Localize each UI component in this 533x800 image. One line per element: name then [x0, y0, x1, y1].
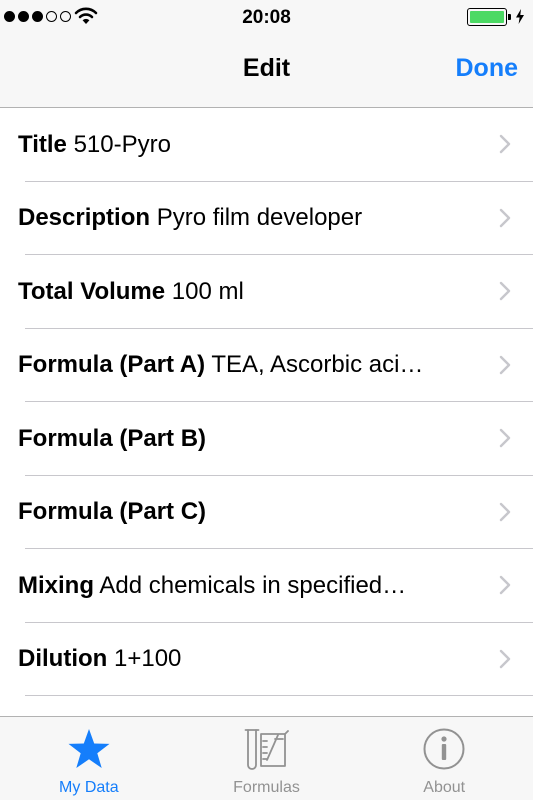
edit-list: Title 510-Pyro Description Pyro film deve…: [0, 108, 533, 716]
formulas-icon: [244, 729, 289, 770]
list-row[interactable]: Total Volume 100 ml: [0, 255, 533, 329]
row-text: Dilution 1+100: [18, 645, 483, 673]
list-row[interactable]: Formula (Part A) TEA, Ascorbic aci…: [0, 329, 533, 403]
list-row[interactable]: Formula (Part B): [0, 402, 533, 476]
row-value: 510-Pyro: [73, 130, 171, 158]
row-text: Description Pyro film developer: [18, 204, 483, 232]
row-text: Formula (Part B): [18, 425, 483, 453]
row-value: TEA, Ascorbic aci…: [211, 351, 424, 379]
tab-formulas[interactable]: Formulas: [178, 717, 356, 800]
done-button[interactable]: Done: [456, 54, 519, 83]
info-icon: [423, 728, 465, 770]
chevron-right-icon: [499, 208, 511, 227]
row-label: Formula (Part A): [18, 351, 206, 379]
chevron-right-icon: [499, 428, 511, 448]
chevron-right-icon: [499, 502, 511, 521]
list-row[interactable]: Dilution 1+100: [0, 623, 533, 697]
list-row[interactable]: Formula (Part C): [0, 476, 533, 550]
row-value: Pyro film developer: [156, 204, 363, 232]
row-label: Title: [18, 130, 67, 158]
row-text: Mixing Add chemicals in specified…: [18, 572, 483, 600]
chevron-right-icon: [499, 134, 511, 154]
status-time: 20:08: [242, 7, 291, 28]
charging-bolt-icon: [516, 9, 524, 24]
row-text: Formula (Part C): [18, 498, 483, 526]
battery-icon: [467, 8, 511, 26]
row-text: Total Volume 100 ml: [18, 278, 483, 306]
row-value: Add chemicals in specified…: [99, 571, 407, 599]
row-label: Formula (Part C): [18, 498, 207, 526]
row-label: Formula (Part B): [18, 424, 207, 452]
row-text: Formula (Part A) TEA, Ascorbic aci…: [18, 351, 483, 379]
row-label: Mixing: [18, 571, 94, 599]
list-row[interactable]: Mixing Add chemicals in specified…: [0, 549, 533, 623]
row-label: Total Volume: [18, 277, 166, 305]
star-icon: [68, 729, 110, 768]
chevron-right-icon: [499, 575, 511, 595]
tab-label: My Data: [59, 779, 119, 796]
list-row[interactable]: Title 510-Pyro: [0, 108, 533, 182]
tab-my-data[interactable]: My Data: [0, 717, 178, 800]
list-row[interactable]: Description Pyro film developer: [0, 182, 533, 256]
row-label: Description: [18, 204, 151, 232]
row-value: 1+100: [113, 645, 182, 673]
page-title: Edit: [242, 54, 291, 82]
tab-about[interactable]: About: [355, 717, 533, 800]
row-label: Dilution: [18, 645, 108, 673]
row-text: Title 510-Pyro: [18, 131, 483, 159]
navigation-bar: Edit Done: [0, 36, 533, 108]
chevron-right-icon: [499, 649, 511, 668]
tab-label: Formulas: [233, 779, 300, 796]
chevron-right-icon: [499, 281, 511, 301]
row-value: 100 ml: [171, 277, 244, 305]
list-row[interactable]: [0, 696, 533, 716]
chevron-right-icon: [499, 355, 511, 374]
battery-fill: [470, 11, 504, 23]
tab-bar: My Data Formulas About: [0, 716, 533, 800]
status-bar: 20:08: [0, 0, 533, 36]
tab-label: About: [423, 779, 466, 796]
